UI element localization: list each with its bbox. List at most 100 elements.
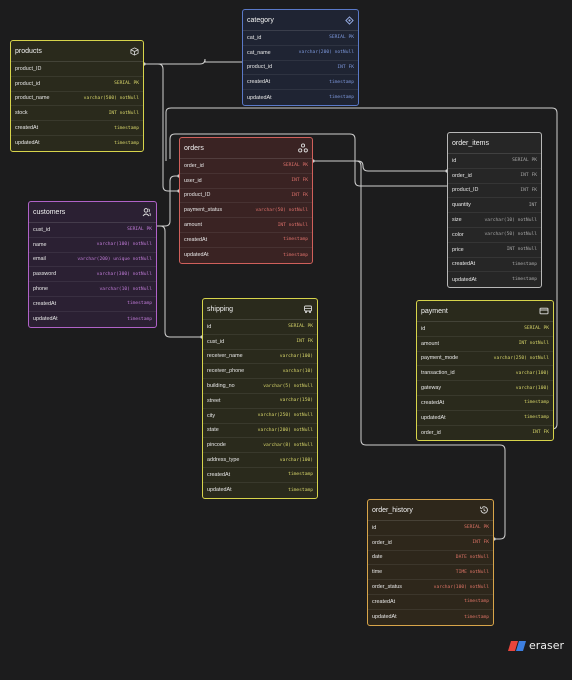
table-row[interactable]: cat_id SERIAL PK bbox=[243, 31, 358, 46]
table-customers[interactable]: customers cust_id SERIAL PK name varchar(10… bbox=[28, 201, 157, 328]
column-name: createdAt bbox=[184, 236, 208, 243]
column-type: TIME notNull bbox=[455, 569, 489, 575]
table-row[interactable]: address_type varchar(100) bbox=[203, 453, 317, 468]
table-title: category bbox=[247, 16, 274, 24]
column-name: order_id bbox=[452, 172, 472, 179]
table-row[interactable]: updatedAt timestamp bbox=[368, 610, 493, 625]
column-name: street bbox=[207, 397, 221, 404]
table-shipping[interactable]: shipping id SERIAL PK cust_id INT FK receive… bbox=[202, 298, 318, 499]
table-row[interactable]: city varchar(250) notNull bbox=[203, 409, 317, 424]
brand-name: eraser bbox=[528, 639, 564, 652]
column-type: SERIAL PK bbox=[524, 326, 549, 332]
column-type: varchar(250) notNull bbox=[493, 355, 549, 361]
rows: id SERIAL PK order_id INT FK date DATE notNul… bbox=[368, 521, 493, 625]
table-row[interactable]: time TIME notNull bbox=[368, 565, 493, 581]
table-row[interactable]: id SERIAL PK bbox=[417, 322, 553, 337]
table-row[interactable]: product_ID INT FK bbox=[448, 184, 541, 199]
column-name: amount bbox=[184, 222, 202, 229]
table-row[interactable]: payment_status varchar(50) notNull bbox=[180, 203, 312, 219]
table-row[interactable]: product_ID INT FK bbox=[180, 189, 312, 204]
table-row[interactable]: createdAt timestamp bbox=[29, 297, 156, 312]
table-row[interactable]: updatedAt timestamp bbox=[180, 248, 312, 263]
table-row[interactable]: name varchar(100) notNull bbox=[29, 238, 156, 253]
table-row[interactable]: street varchar(150) bbox=[203, 394, 317, 409]
column-type: INT FK bbox=[296, 339, 313, 345]
rows: id SERIAL PK cust_id INT FK receiver_name var… bbox=[203, 320, 317, 498]
table-row[interactable]: updatedAt timestamp bbox=[29, 312, 156, 327]
table-row[interactable]: order_id SERIAL PK bbox=[180, 159, 312, 174]
table-row[interactable]: transaction_id varchar(100) bbox=[417, 366, 553, 382]
column-name: product_name bbox=[15, 95, 50, 102]
column-name: updatedAt bbox=[184, 252, 209, 259]
table-row[interactable]: phone varchar(10) notNull bbox=[29, 282, 156, 297]
column-type: varchar(100) notNull bbox=[433, 584, 489, 590]
table-row[interactable]: date DATE notNull bbox=[368, 551, 493, 566]
column-name: order_id bbox=[421, 429, 441, 436]
column-type: varchar(200) notNull bbox=[298, 50, 354, 56]
table-row[interactable]: receiver_name varchar(100) bbox=[203, 350, 317, 365]
column-name: id bbox=[452, 157, 457, 164]
table-category[interactable]: category cat_id SERIAL PK cat_name varchar(… bbox=[242, 9, 359, 106]
table-row[interactable]: cat_name varchar(200) notNull bbox=[243, 46, 358, 61]
table-row[interactable]: updatedAt timestamp bbox=[203, 483, 317, 498]
table-row[interactable]: order_id INT FK bbox=[448, 169, 541, 184]
table-row[interactable]: receiver_phone varchar(10) bbox=[203, 364, 317, 380]
table-row[interactable]: updatedAt timestamp bbox=[243, 90, 358, 105]
table-row[interactable]: order_id INT FK bbox=[368, 536, 493, 551]
table-products[interactable]: products product_ID product_id SERIAL PK pr… bbox=[10, 40, 144, 152]
table-row[interactable]: cust_id SERIAL PK bbox=[29, 223, 156, 238]
column-name: cat_id bbox=[247, 34, 262, 41]
network-icon bbox=[298, 143, 308, 153]
table-row[interactable]: pincode varchar(8) notNull bbox=[203, 438, 317, 454]
column-name: id bbox=[421, 325, 426, 332]
column-name: product_id bbox=[247, 64, 273, 71]
table-row[interactable]: id SERIAL PK bbox=[368, 521, 493, 536]
table-payment[interactable]: payment id SERIAL PK amount INT notNull paym… bbox=[416, 300, 554, 442]
column-name: time bbox=[372, 569, 383, 576]
table-row[interactable]: product_id INT FK bbox=[243, 61, 358, 76]
table-row[interactable]: createdAt timestamp bbox=[180, 233, 312, 248]
column-type: SERIAL PK bbox=[114, 81, 139, 87]
column-name: color bbox=[452, 231, 464, 238]
table-row[interactable]: order_status varchar(100) notNull bbox=[368, 580, 493, 595]
table-title: products bbox=[15, 47, 42, 55]
table-row[interactable]: gateway varchar(100) bbox=[417, 381, 553, 396]
table-row[interactable]: product_ID bbox=[11, 62, 143, 77]
table-row[interactable]: order_id INT FK bbox=[417, 426, 553, 441]
table-row[interactable]: createdAt timestamp bbox=[203, 468, 317, 483]
table-row[interactable]: size varchar(10) notNull bbox=[448, 213, 541, 228]
rows: product_ID product_id SERIAL PK product_nam… bbox=[11, 62, 143, 151]
table-row[interactable]: amount INT notNull bbox=[180, 218, 312, 233]
table-row[interactable]: product_name varchar(500) notNull bbox=[11, 92, 143, 107]
table-row[interactable]: user_id INT FK bbox=[180, 174, 312, 189]
table-row[interactable]: updatedAt timestamp bbox=[417, 411, 553, 426]
table-order-items[interactable]: order_items id SERIAL PK order_id INT FK pro… bbox=[447, 132, 542, 289]
table-row[interactable]: state varchar(200) notNull bbox=[203, 424, 317, 439]
table-row[interactable]: quantity INT bbox=[448, 198, 541, 214]
table-row[interactable]: product_id SERIAL PK bbox=[11, 77, 143, 92]
table-row[interactable]: createdAt timestamp bbox=[11, 121, 143, 136]
table-orders[interactable]: orders order_id SERIAL PK user_id INT FK pro… bbox=[179, 137, 313, 264]
column-type: varchar(50) notNull bbox=[484, 232, 537, 238]
column-type: varchar(100) notNull bbox=[96, 242, 152, 248]
table-row[interactable]: createdAt timestamp bbox=[417, 396, 553, 411]
table-row[interactable]: cust_id INT FK bbox=[203, 335, 317, 350]
table-row[interactable]: stock INT notNull bbox=[11, 106, 143, 122]
table-row[interactable]: price INT notNull bbox=[448, 243, 541, 258]
table-title: payment bbox=[421, 307, 448, 315]
column-type: varchar(5) notNull bbox=[263, 383, 313, 389]
table-row[interactable]: password varchar(300) notNull bbox=[29, 267, 156, 283]
table-row[interactable]: payment_mode varchar(250) notNull bbox=[417, 352, 553, 367]
table-row[interactable]: color varchar(50) notNull bbox=[448, 228, 541, 243]
table-row[interactable]: updatedAt timestamp bbox=[448, 272, 541, 287]
table-row[interactable]: amount INT notNull bbox=[417, 337, 553, 352]
table-row[interactable]: createdAt timestamp bbox=[368, 595, 493, 610]
table-order-history[interactable]: order_history id SERIAL PK order_id INT FK d… bbox=[367, 499, 494, 626]
table-row[interactable]: updatedAt timestamp bbox=[11, 136, 143, 151]
table-row[interactable]: email varchar(200) unique notNull bbox=[29, 253, 156, 268]
table-row[interactable]: createdAt timestamp bbox=[448, 258, 541, 273]
table-row[interactable]: id SERIAL PK bbox=[448, 154, 541, 169]
table-row[interactable]: createdAt timestamp bbox=[243, 75, 358, 91]
table-row[interactable]: building_no varchar(5) notNull bbox=[203, 379, 317, 394]
table-row[interactable]: id SERIAL PK bbox=[203, 320, 317, 335]
